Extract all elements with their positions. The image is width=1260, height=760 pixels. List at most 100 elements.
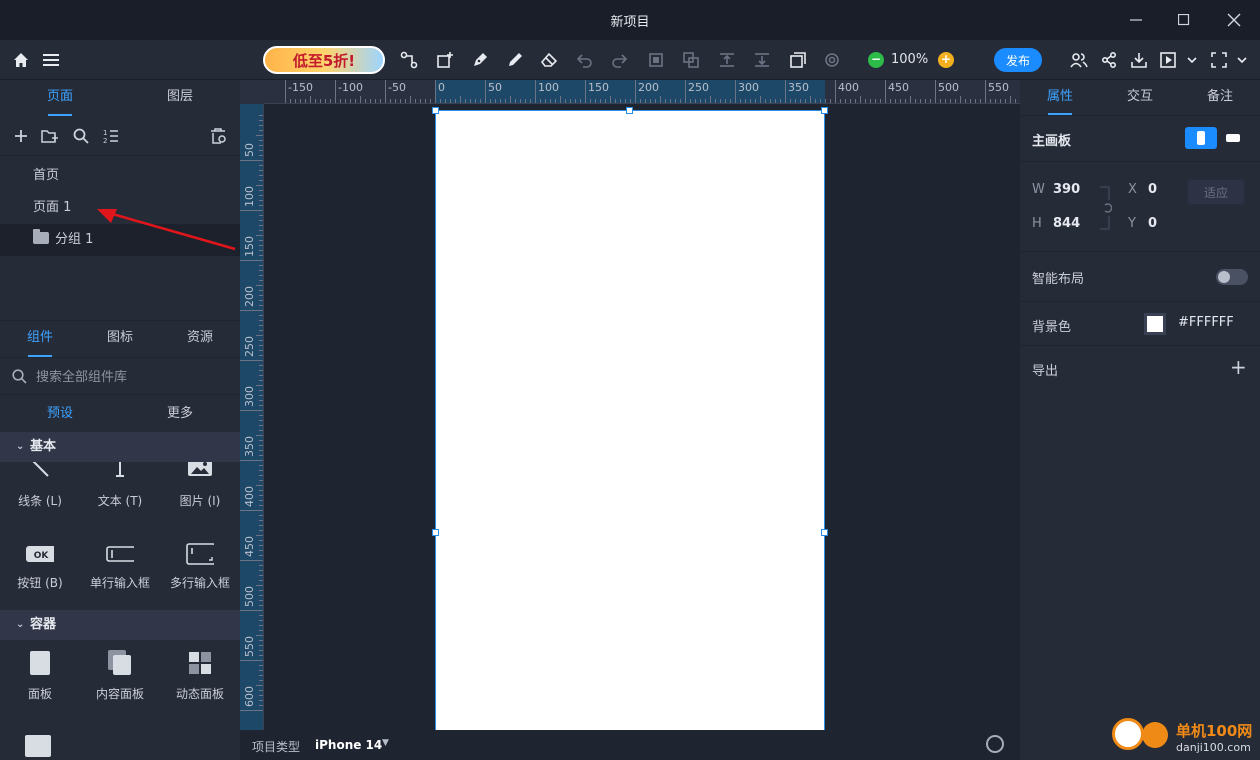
pencil-icon[interactable] [503, 48, 527, 72]
device-select[interactable]: iPhone 14 [315, 738, 382, 752]
promo-banner[interactable]: 低至5折! [263, 46, 385, 74]
preview-dropdown-icon[interactable] [1180, 48, 1204, 72]
collaborators-icon[interactable] [1067, 48, 1091, 72]
page-item-home[interactable]: 首页 [0, 160, 240, 192]
resize-handle[interactable] [432, 529, 439, 536]
add-folder-icon[interactable] [40, 126, 60, 146]
svg-text:OK: OK [34, 551, 50, 561]
search-icon[interactable] [71, 126, 91, 146]
tab-presets[interactable]: 预设 [0, 397, 120, 431]
component-text[interactable]: 文本 (T) [80, 462, 160, 532]
bg-color-swatch[interactable] [1144, 313, 1166, 335]
component-search [0, 357, 240, 395]
fit-button[interactable]: 适应 [1188, 180, 1244, 204]
component-single-input[interactable]: 单行输入框 [80, 540, 160, 610]
ruler-minor-tick [259, 195, 263, 196]
smart-layout-toggle[interactable] [1216, 269, 1248, 285]
search-input[interactable] [36, 367, 226, 387]
artboard[interactable] [435, 110, 825, 730]
landscape-icon[interactable] [1219, 127, 1247, 149]
section-container[interactable]: ⌄ 容器 [0, 610, 240, 640]
ruler-tick [240, 260, 263, 261]
ruler-minor-tick [750, 99, 751, 103]
tab-layers[interactable]: 图层 [120, 80, 240, 116]
component-image[interactable]: 图片 (I) [160, 462, 240, 532]
section-basic[interactable]: ⌄ 基本 [0, 432, 240, 462]
undo-icon[interactable] [573, 48, 597, 72]
ruler-minor-tick [259, 120, 263, 121]
tab-more[interactable]: 更多 [120, 397, 240, 431]
zoom-level[interactable]: 100% [891, 52, 928, 67]
ungroup-icon[interactable] [679, 48, 703, 72]
ruler-minor-tick [545, 99, 546, 103]
tab-pages[interactable]: 页面 [0, 80, 120, 116]
tab-components[interactable]: 组件 [0, 321, 80, 357]
ruler-tick [985, 80, 986, 103]
fullscreen-icon[interactable] [1207, 48, 1231, 72]
menu-icon[interactable] [39, 48, 63, 72]
component-dynamic-panel[interactable]: 动态面板 [160, 649, 240, 719]
add-frame-icon[interactable] [433, 48, 457, 72]
tab-interactions[interactable]: 交互 [1100, 80, 1180, 115]
canvas[interactable]: -150 -100 -50 0 50 100 150 200 250 300 350 400 450 50… [240, 80, 1020, 730]
zoom-out-button[interactable]: − [868, 52, 884, 68]
connector-icon[interactable] [397, 48, 421, 72]
tab-properties[interactable]: 属性 [1020, 80, 1100, 115]
component-content-panel[interactable]: 内容面板 [80, 649, 160, 719]
bg-color-value[interactable]: #FFFFFF [1178, 315, 1234, 330]
component-extra-icon[interactable] [25, 735, 51, 757]
preview-icon[interactable] [1157, 48, 1181, 72]
maximize-icon[interactable] [1164, 6, 1204, 34]
link-ratio-icon[interactable] [1100, 186, 1113, 234]
component-line[interactable]: 线条 (L) [0, 462, 80, 532]
ruler-minor-tick [900, 99, 901, 103]
pen-icon[interactable] [468, 48, 492, 72]
height-field[interactable]: 844 [1053, 216, 1080, 231]
ruler-minor-tick [540, 99, 541, 103]
ruler-tick [635, 80, 636, 103]
fullscreen-dropdown-icon[interactable] [1230, 48, 1254, 72]
x-field[interactable]: 0 [1148, 182, 1157, 197]
section-title: 基本 [30, 439, 57, 454]
trash-icon[interactable] [208, 126, 228, 146]
align-bottom-icon[interactable] [750, 48, 774, 72]
close-icon[interactable] [1214, 6, 1254, 34]
share-icon[interactable] [1097, 48, 1121, 72]
group-icon[interactable] [644, 48, 668, 72]
tab-icons[interactable]: 图标 [80, 321, 160, 357]
component-button[interactable]: OK 按钮 (B) [0, 540, 80, 610]
eraser-icon[interactable] [537, 48, 561, 72]
arrange-icon[interactable] [786, 48, 810, 72]
download-icon[interactable] [1127, 48, 1151, 72]
align-top-icon[interactable] [715, 48, 739, 72]
publish-button[interactable]: 发布 [994, 48, 1042, 72]
ruler-minor-tick [259, 450, 263, 451]
add-export-icon[interactable]: + [1230, 355, 1247, 379]
resize-handle[interactable] [821, 107, 828, 114]
compass-icon[interactable] [986, 735, 1004, 753]
portrait-icon[interactable] [1185, 127, 1217, 149]
component-panel[interactable]: 面板 [0, 649, 80, 719]
ruler-tick [240, 510, 263, 511]
resize-handle[interactable] [626, 107, 633, 114]
home-icon[interactable] [9, 48, 33, 72]
resize-handle[interactable] [432, 107, 439, 114]
window-title: 新项目 [610, 15, 650, 30]
ruler-minor-tick [256, 535, 263, 536]
tab-notes[interactable]: 备注 [1180, 80, 1260, 115]
status-bar: 项目类型 iPhone 14 ▼ [240, 730, 1020, 760]
add-page-icon[interactable] [11, 126, 31, 146]
y-field[interactable]: 0 [1148, 216, 1157, 231]
minimize-icon[interactable] [1116, 6, 1156, 34]
chevron-down-icon[interactable]: ▼ [382, 738, 389, 748]
ruler-minor-tick [259, 415, 263, 416]
tab-assets[interactable]: 资源 [160, 321, 240, 357]
resize-handle[interactable] [821, 529, 828, 536]
zoom-in-button[interactable]: + [938, 52, 954, 68]
width-field[interactable]: 390 [1053, 182, 1080, 197]
sort-icon[interactable]: 12 [101, 126, 121, 146]
redo-icon[interactable] [607, 48, 631, 72]
ruler-minor-tick [259, 140, 263, 141]
settings-icon[interactable] [820, 48, 844, 72]
component-multi-input[interactable]: 多行输入框 [160, 540, 240, 610]
